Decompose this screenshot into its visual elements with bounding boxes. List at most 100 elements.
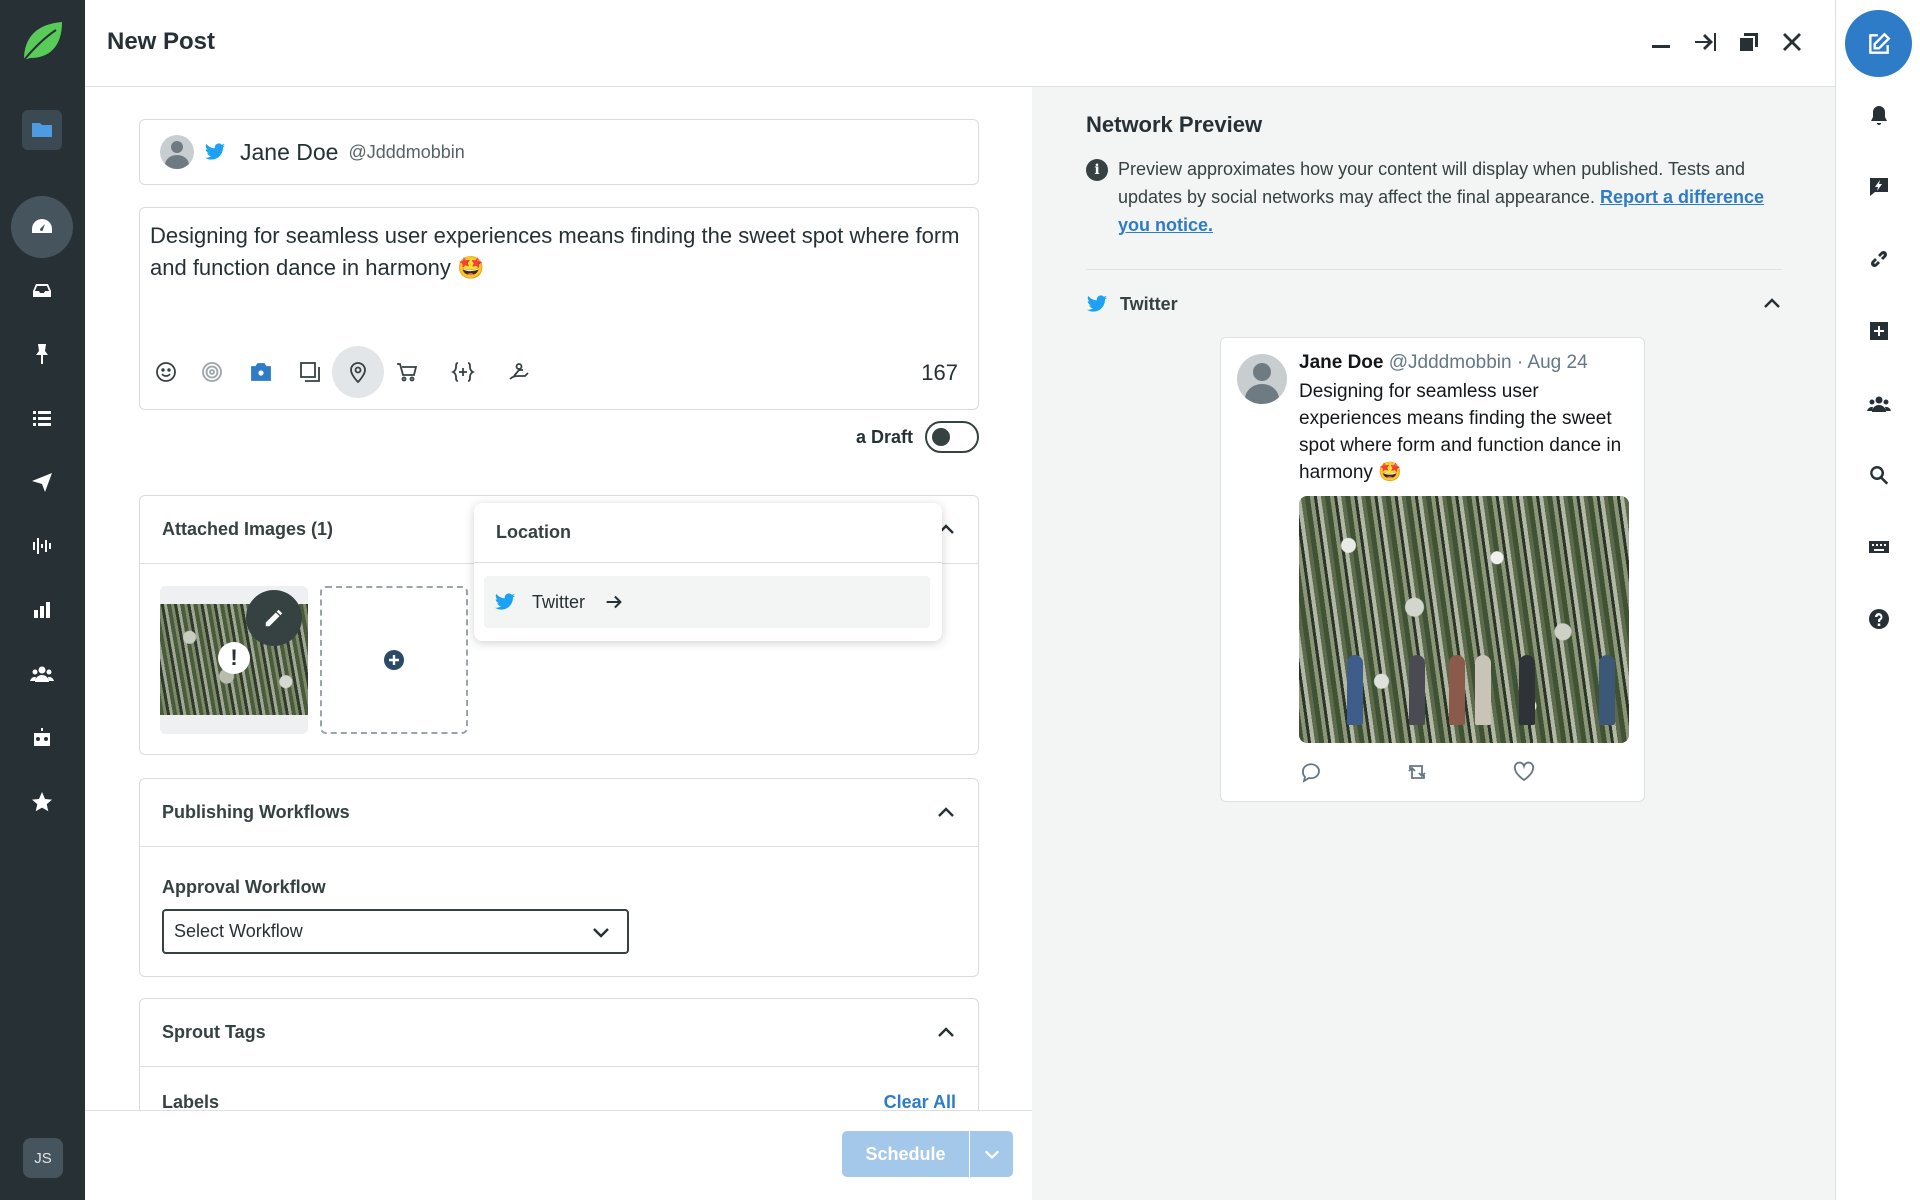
sprout-tags-header[interactable]: Sprout Tags — [140, 999, 978, 1067]
schedule-options-button[interactable] — [970, 1131, 1013, 1177]
help-icon[interactable] — [1866, 606, 1892, 632]
add-image-button[interactable] — [320, 586, 468, 734]
list-icon[interactable] — [22, 398, 62, 438]
location-dropdown: Location Twitter — [474, 503, 942, 641]
tweet-preview-card: Jane Doe @Jdddmobbin · Aug 24 Designing … — [1220, 337, 1645, 802]
image-figure — [1449, 655, 1465, 725]
tweet-text: Designing for seamless user experiences … — [1299, 381, 1622, 483]
hand-icon[interactable] — [493, 346, 545, 398]
folder-icon[interactable] — [22, 110, 62, 150]
location-twitter-option[interactable]: Twitter — [484, 576, 930, 628]
approval-workflow-select[interactable]: Select Workflow — [162, 909, 629, 954]
image-figure — [1475, 655, 1491, 725]
compose-button[interactable] — [1845, 10, 1912, 77]
composer-footer: Schedule — [85, 1110, 1032, 1200]
sprout-logo-icon[interactable] — [20, 20, 64, 64]
left-nav: JS — [0, 0, 85, 1200]
profile-selector[interactable]: Jane Doe @Jdddmobbin — [139, 119, 979, 185]
location-option-label: Twitter — [532, 591, 586, 612]
arrow-right-icon — [606, 595, 622, 609]
tweet-avatar — [1237, 354, 1287, 404]
image-figure — [1519, 655, 1535, 725]
chevron-up-icon[interactable] — [936, 1023, 956, 1043]
send-icon[interactable] — [22, 462, 62, 502]
location-icon[interactable] — [332, 346, 384, 398]
pin-icon[interactable] — [22, 334, 62, 374]
people-icon[interactable] — [22, 654, 62, 694]
feedback-icon[interactable] — [1866, 174, 1892, 200]
bell-icon[interactable] — [1866, 103, 1892, 129]
reply-icon — [1302, 763, 1320, 783]
chevron-down-icon — [593, 928, 609, 938]
twitter-icon — [1086, 295, 1108, 312]
chevron-up-icon[interactable] — [936, 803, 956, 823]
link-icon[interactable] — [1866, 246, 1892, 272]
profile-avatar — [160, 135, 194, 169]
divider — [1086, 269, 1782, 270]
twitter-preview-header[interactable]: Twitter — [1086, 289, 1782, 319]
composer-panel: Jane Doe @Jdddmobbin Designing for seaml… — [85, 87, 1032, 1200]
preview-note: Preview approximates how your content wi… — [1118, 155, 1778, 239]
twitter-icon — [494, 593, 516, 610]
compose-icon — [1868, 32, 1890, 54]
dashboard-icon[interactable] — [11, 196, 73, 258]
network-preview-panel: Network Preview i Preview approximates h… — [1032, 87, 1835, 1200]
inbox-icon[interactable] — [22, 270, 62, 310]
tweet-author-handle: @Jdddmobbin — [1388, 352, 1512, 373]
image-figure — [1409, 655, 1425, 725]
tweet-image — [1299, 496, 1629, 743]
chevron-down-icon — [984, 1150, 999, 1160]
collapse-right-icon[interactable] — [1689, 26, 1721, 58]
edit-image-button[interactable] — [246, 590, 302, 646]
warning-icon[interactable]: ! — [218, 642, 250, 674]
publishing-workflows-header[interactable]: Publishing Workflows — [140, 779, 978, 847]
cart-icon[interactable] — [381, 346, 433, 398]
preview-network-label: Twitter — [1120, 293, 1178, 314]
camera-icon[interactable] — [235, 346, 287, 398]
sprout-tags-title: Sprout Tags — [162, 1022, 266, 1042]
retweet-icon — [1408, 765, 1426, 779]
attached-image-thumbnail[interactable]: ! — [160, 586, 308, 734]
popout-icon[interactable] — [1733, 26, 1765, 58]
minimize-icon[interactable] — [1645, 26, 1677, 58]
publishing-workflows-title: Publishing Workflows — [162, 802, 350, 822]
plus-square-icon[interactable] — [1866, 318, 1892, 344]
user-avatar[interactable]: JS — [23, 1138, 63, 1178]
keyboard-icon[interactable] — [1866, 534, 1892, 560]
character-count: 167 — [921, 360, 958, 385]
emoji-icon[interactable] — [140, 346, 192, 398]
profile-handle: @Jdddmobbin — [348, 141, 465, 162]
close-icon[interactable] — [1776, 26, 1808, 58]
group-icon[interactable] — [1866, 390, 1892, 416]
message-editor[interactable]: Designing for seamless user experiences … — [139, 207, 979, 410]
reports-icon[interactable] — [22, 590, 62, 630]
image-figure — [1347, 655, 1363, 725]
right-rail — [1835, 0, 1920, 1200]
listening-icon[interactable] — [22, 526, 62, 566]
approval-workflow-label: Approval Workflow — [162, 877, 326, 897]
schedule-button[interactable]: Schedule — [842, 1131, 969, 1177]
target-icon[interactable] — [186, 346, 238, 398]
profile-name: Jane Doe — [240, 138, 339, 165]
attached-images-title: Attached Images (1) — [162, 519, 334, 539]
publishing-workflows-section: Publishing Workflows Approval Workflow S… — [139, 778, 979, 977]
preview-title: Network Preview — [1086, 112, 1263, 137]
plus-circle-icon — [384, 650, 404, 670]
image-figure — [1599, 655, 1615, 725]
gallery-icon[interactable] — [284, 346, 336, 398]
bot-icon[interactable] — [22, 718, 62, 758]
star-icon[interactable] — [22, 782, 62, 822]
message-text[interactable]: Designing for seamless user experiences … — [150, 220, 970, 284]
tweet-author-name: Jane Doe — [1299, 352, 1384, 373]
chevron-up-icon[interactable] — [1762, 294, 1782, 314]
pencil-icon — [265, 609, 283, 627]
location-dropdown-title: Location — [474, 503, 942, 563]
tweet-actions — [1299, 758, 1629, 788]
variable-icon[interactable] — [437, 346, 489, 398]
search-icon[interactable] — [1866, 462, 1892, 488]
twitter-icon — [204, 143, 226, 160]
page-title: New Post — [107, 28, 216, 55]
like-icon — [1513, 761, 1535, 782]
tweet-date: · Aug 24 — [1516, 352, 1588, 373]
draft-toggle[interactable] — [925, 421, 979, 453]
